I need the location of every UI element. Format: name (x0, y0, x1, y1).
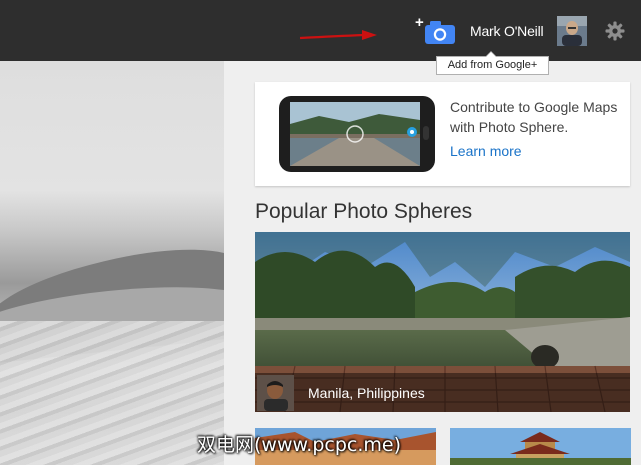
settings-button[interactable] (605, 21, 625, 41)
promo-text: Contribute to Google Maps with Photo Sph… (450, 99, 618, 135)
contributor-photo (257, 375, 294, 411)
map-water (0, 321, 224, 465)
red-arrow-annotation (299, 30, 377, 40)
avatar-image (557, 16, 587, 46)
contributor-avatar[interactable] (257, 375, 294, 411)
featured-photo-sphere[interactable]: Manila, Philippines (255, 232, 630, 412)
gear-icon (605, 21, 625, 41)
add-photo-camera-icon: + (415, 14, 455, 44)
section-title: Popular Photo Spheres (255, 200, 473, 223)
learn-more-link[interactable]: Learn more (450, 143, 522, 159)
add-photo-button[interactable]: + (415, 14, 457, 46)
photo-sphere-thumbnail-image (450, 428, 631, 465)
user-name[interactable]: Mark O'Neill (470, 23, 544, 39)
svg-text:+: + (415, 16, 424, 31)
photo-sphere-thumbnail[interactable] (450, 428, 631, 465)
phone-illustration (279, 96, 435, 172)
location-label: Manila, Philippines (308, 385, 425, 401)
avatar[interactable] (557, 16, 587, 46)
add-photo-tooltip: Add from Google+ (436, 51, 549, 75)
top-bar: + Mark O'Neill (0, 0, 641, 61)
map-view[interactable] (0, 61, 224, 465)
photo-sphere-promo-card: Contribute to Google Maps with Photo Sph… (255, 82, 630, 186)
watermark: 双电网(www.pcpc.me) (197, 434, 401, 456)
